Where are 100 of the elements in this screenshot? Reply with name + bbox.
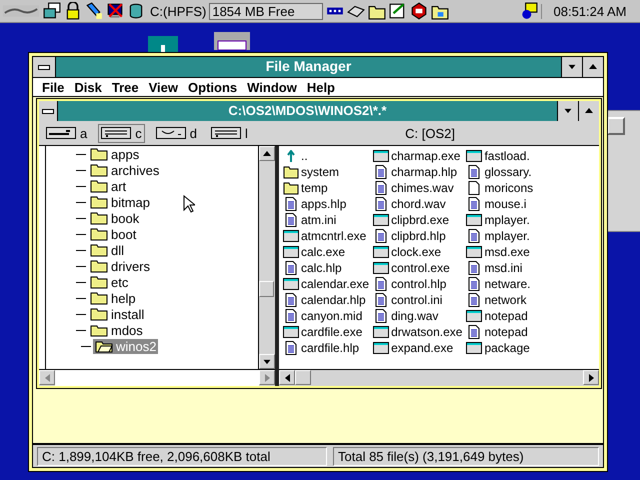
drive-icon bbox=[210, 127, 241, 139]
directory-entry[interactable]: glossary. bbox=[466, 164, 534, 180]
folder-node[interactable]: etc bbox=[88, 274, 130, 290]
drive-button[interactable]: a bbox=[43, 124, 90, 142]
scroll-right-button[interactable] bbox=[583, 370, 599, 385]
folder-node[interactable]: art bbox=[88, 178, 128, 194]
directory-entry[interactable]: network bbox=[466, 292, 534, 308]
directory-entry[interactable]: canyon.mid bbox=[283, 308, 370, 324]
up-triangle-icon bbox=[263, 150, 271, 156]
directory-entry[interactable]: mplayer. bbox=[466, 228, 534, 244]
directory-entry[interactable]: calc.exe bbox=[283, 244, 370, 260]
program-icon bbox=[373, 325, 390, 339]
folder-node[interactable]: dll bbox=[88, 242, 126, 258]
program-icon bbox=[373, 213, 390, 227]
document-icon bbox=[373, 229, 390, 243]
folder-node[interactable]: book bbox=[88, 210, 142, 226]
directory-entry[interactable]: notepad bbox=[466, 324, 534, 340]
maximize-button[interactable] bbox=[578, 101, 599, 121]
desktop-icon[interactable] bbox=[214, 32, 250, 50]
scroll-down-button[interactable] bbox=[259, 354, 275, 369]
scroll-up-button[interactable] bbox=[259, 146, 275, 161]
maximize-button[interactable] bbox=[582, 57, 603, 77]
monitor-icon[interactable] bbox=[106, 2, 124, 20]
directory-entry[interactable]: control.ini bbox=[373, 292, 462, 308]
directory-entry[interactable]: moricons bbox=[466, 180, 534, 196]
folder-node[interactable]: apps bbox=[88, 146, 142, 162]
directory-entry[interactable]: system bbox=[283, 164, 370, 180]
system-menu-button[interactable] bbox=[33, 57, 56, 77]
directory-entry[interactable]: cardfile.exe bbox=[283, 324, 370, 340]
document-icon bbox=[373, 293, 390, 307]
document-icon bbox=[373, 165, 390, 179]
directory-entry[interactable]: atm.ini bbox=[283, 212, 370, 228]
directory-entry[interactable]: charmap.hlp bbox=[373, 164, 462, 180]
folder-node[interactable]: archives bbox=[88, 162, 162, 178]
directory-entry[interactable]: control.hlp bbox=[373, 276, 462, 292]
document-icon bbox=[466, 277, 482, 291]
menu-item[interactable]: Help bbox=[304, 80, 338, 94]
shield-icon[interactable] bbox=[410, 2, 428, 20]
program-icon bbox=[466, 341, 482, 355]
document-icon bbox=[373, 197, 390, 211]
scroll-left-button[interactable] bbox=[279, 370, 295, 385]
directory-entry[interactable]: mouse.i bbox=[466, 196, 534, 212]
menu-item[interactable]: View bbox=[146, 80, 182, 94]
menu-item[interactable]: Tree bbox=[108, 80, 142, 94]
directory-entry[interactable]: notepad bbox=[466, 308, 534, 324]
menu-item[interactable]: File bbox=[39, 80, 68, 94]
folder-node[interactable]: bitmap bbox=[88, 194, 152, 210]
directory-entry[interactable]: chimes.wav bbox=[373, 180, 462, 196]
directory-entry[interactable]: calc.hlp bbox=[283, 260, 370, 276]
document-icon bbox=[466, 165, 482, 179]
directory-entry[interactable]: clipbrd.hlp bbox=[373, 228, 462, 244]
info-icon[interactable] bbox=[520, 2, 538, 20]
drive-icon bbox=[46, 127, 76, 139]
drive-button[interactable]: l bbox=[208, 124, 251, 142]
minimize-button[interactable] bbox=[561, 57, 582, 77]
document-icon bbox=[283, 341, 299, 355]
folder-node[interactable]: mdos bbox=[88, 322, 145, 338]
directory-entry[interactable]: netware. bbox=[466, 276, 534, 292]
folder-node[interactable]: drivers bbox=[88, 258, 152, 274]
directory-entry[interactable]: mplayer. bbox=[466, 212, 534, 228]
flashlight-icon[interactable] bbox=[85, 2, 103, 20]
lock-icon[interactable] bbox=[64, 2, 82, 20]
scrollbar-thumb[interactable] bbox=[259, 281, 274, 297]
directory-entry[interactable]: msd.ini bbox=[466, 260, 534, 276]
menu-item[interactable]: Disk bbox=[71, 80, 105, 94]
directory-entry[interactable]: calendar.exe bbox=[283, 276, 370, 292]
folder-icon bbox=[90, 179, 108, 193]
directory-entry[interactable]: drwatson.exe bbox=[373, 324, 462, 340]
directory-entry[interactable]: package bbox=[466, 340, 534, 356]
minimize-button[interactable] bbox=[557, 101, 578, 121]
directory-entry[interactable]: atmcntrl.exe bbox=[283, 228, 370, 244]
directory-entry[interactable]: msd.exe bbox=[466, 244, 534, 260]
directory-entry[interactable]: chord.wav bbox=[373, 196, 462, 212]
document-icon bbox=[373, 181, 390, 195]
windows-icon[interactable] bbox=[43, 2, 61, 20]
drive-icon bbox=[156, 127, 186, 139]
directory-entry[interactable]: temp bbox=[283, 180, 370, 196]
directory-entry[interactable]: clipbrd.exe bbox=[373, 212, 462, 228]
directory-entry[interactable]: calendar.hlp bbox=[283, 292, 370, 308]
directory-entry[interactable]: control.exe bbox=[373, 260, 462, 276]
folder-node[interactable]: boot bbox=[88, 226, 138, 242]
directory-entry[interactable]: fastload. bbox=[466, 148, 534, 164]
menu-item[interactable]: Options bbox=[185, 80, 240, 94]
folder-node[interactable]: help bbox=[88, 290, 138, 306]
drive-button[interactable]: d bbox=[152, 124, 200, 142]
directory-entry[interactable]: apps.hlp bbox=[283, 196, 370, 212]
directory-entry[interactable]: ding.wav bbox=[373, 308, 462, 324]
system-menu-button[interactable] bbox=[39, 101, 58, 121]
directory-entry[interactable]: cardfile.hlp bbox=[283, 340, 370, 356]
desktop-icon[interactable] bbox=[148, 36, 178, 52]
directory-entry[interactable]: charmap.exe bbox=[373, 148, 462, 164]
folder-node[interactable]: install bbox=[88, 306, 146, 322]
directory-entry[interactable]: clock.exe bbox=[373, 244, 462, 260]
document-icon bbox=[466, 325, 482, 339]
directory-entry[interactable]: .. bbox=[283, 148, 370, 164]
folder-node[interactable]: winos2 bbox=[93, 338, 158, 354]
menu-item[interactable]: Window bbox=[244, 80, 300, 94]
scrollbar-thumb[interactable] bbox=[295, 370, 311, 385]
drive-button[interactable]: c bbox=[98, 124, 145, 142]
directory-entry[interactable]: expand.exe bbox=[373, 340, 462, 356]
